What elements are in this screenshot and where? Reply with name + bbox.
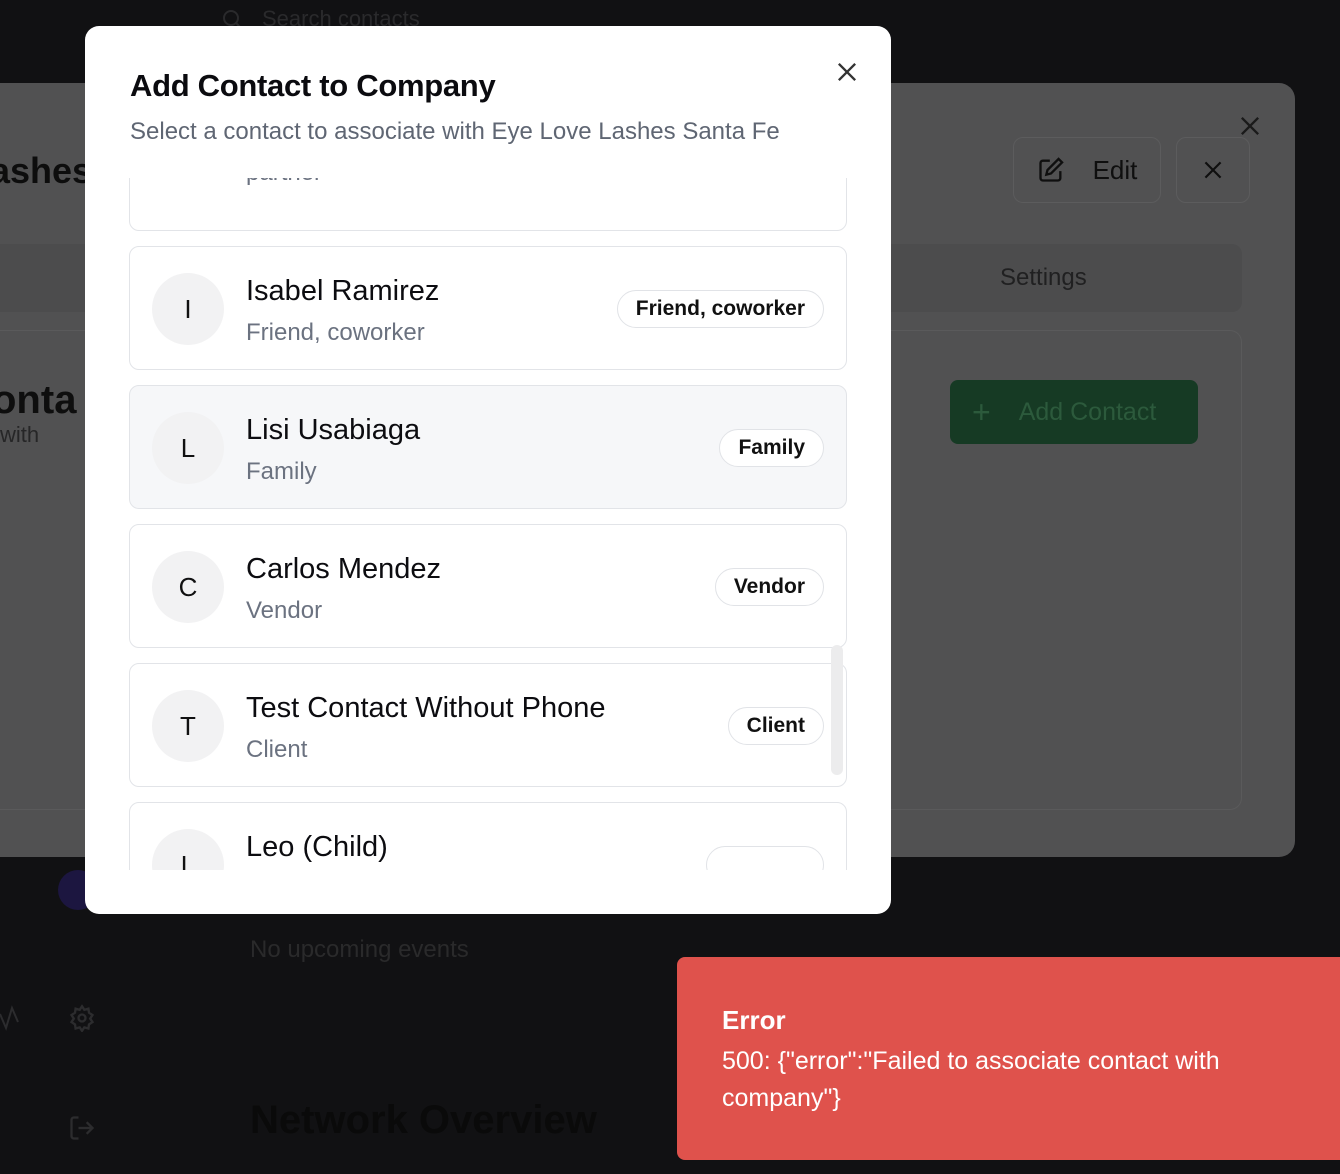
contact-list[interactable]: Friend, coworker, partner I Isabel Ramir… [129, 178, 849, 870]
activity-icon [0, 1005, 19, 1031]
relationship-badge: Vendor [714, 568, 824, 606]
add-contact-modal: Add Contact to Company Select a contact … [85, 26, 891, 914]
modal-subtitle: Select a contact to associate with Eye L… [130, 118, 780, 145]
list-item[interactable]: I Isabel Ramirez Friend, coworker Friend… [129, 246, 847, 370]
relationship-badge: Client [727, 707, 824, 745]
contact-name: Leo (Child) [246, 831, 388, 863]
avatar: I [152, 273, 224, 345]
scrollbar-thumb[interactable] [831, 645, 843, 775]
contact-name: Test Contact Without Phone [246, 692, 606, 724]
add-contact-label: Add Contact [1018, 397, 1157, 426]
avatar: C [152, 551, 224, 623]
tab-settings: Settings [1000, 264, 1087, 291]
modal-title: Add Contact to Company [130, 68, 496, 103]
relationship-badge: Friend, coworker [616, 290, 824, 328]
avatar: L [152, 412, 224, 484]
contact-relationship: Client [246, 736, 308, 763]
company-name: ashes [0, 150, 93, 191]
close-icon [1204, 161, 1222, 179]
edit-button: Edit [1013, 137, 1161, 203]
error-toast[interactable]: Error 500: {"error":"Failed to associate… [677, 957, 1340, 1160]
relationship-badge: Family [719, 429, 824, 467]
edit-label: Edit [1092, 154, 1138, 185]
list-item[interactable]: L Leo (Child) [129, 802, 847, 870]
contact-relationship: Friend, coworker, partner [246, 178, 466, 190]
list-item[interactable]: Friend, coworker, partner [129, 178, 847, 231]
no-events-text: No upcoming events [250, 936, 469, 963]
avatar: T [152, 690, 224, 762]
contact-relationship: Vendor [246, 597, 323, 624]
relationship-badge [706, 846, 824, 870]
gear-icon [69, 1004, 95, 1032]
contact-name: Carlos Mendez [246, 553, 442, 585]
contact-relationship: Friend, coworker [246, 319, 425, 346]
contacts-title: onta [0, 378, 77, 422]
close-icon [1241, 117, 1259, 135]
edit-icon [1038, 157, 1064, 182]
toast-title: Error [722, 1005, 786, 1035]
toast-message: 500: {"error":"Failed to associate conta… [722, 1047, 1220, 1112]
logout-icon [70, 1116, 95, 1140]
list-item[interactable]: L Lisi Usabiaga Family Family [129, 385, 847, 509]
plus-icon: + [972, 393, 991, 430]
list-item[interactable]: C Carlos Mendez Vendor Vendor [129, 524, 847, 648]
add-contact-button: + Add Contact [950, 380, 1198, 444]
avatar: L [152, 829, 224, 870]
contact-name: Lisi Usabiaga [246, 414, 421, 446]
contacts-subtitle: with [0, 422, 40, 447]
network-overview-title: Network Overview [250, 1098, 597, 1142]
close-panel-button [1176, 137, 1250, 203]
contact-name: Isabel Ramirez [246, 275, 440, 307]
contact-relationship: Family [246, 458, 317, 485]
list-item[interactable]: T Test Contact Without Phone Client Clie… [129, 663, 847, 787]
close-icon[interactable] [833, 58, 861, 86]
